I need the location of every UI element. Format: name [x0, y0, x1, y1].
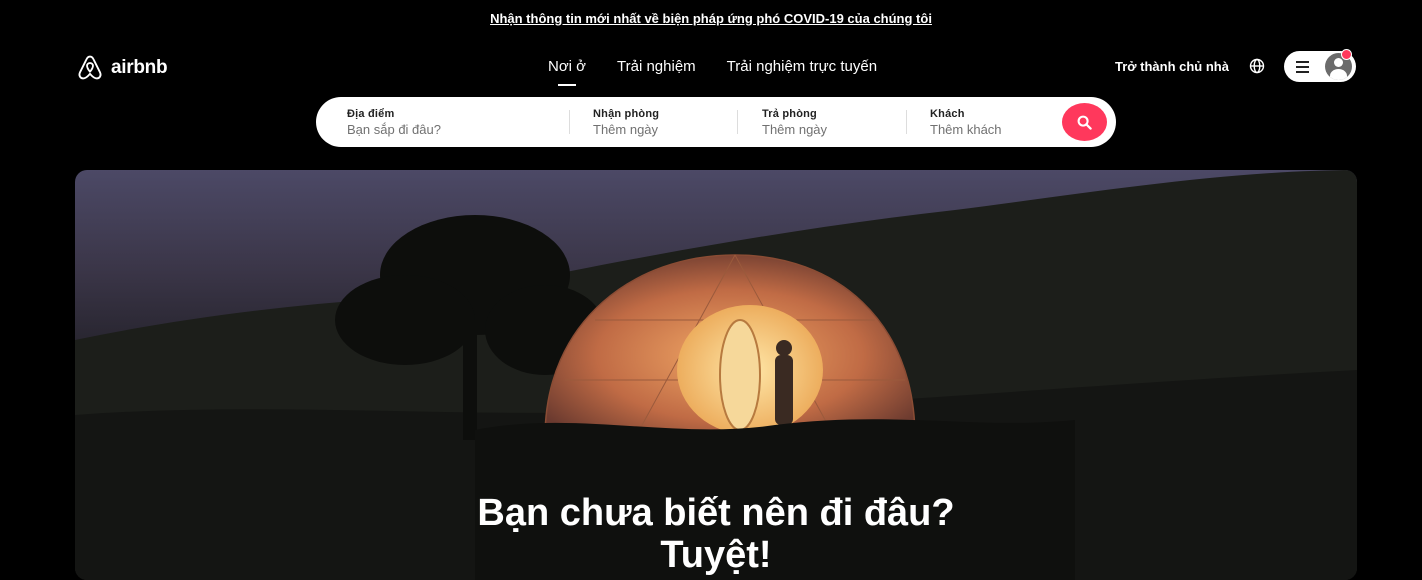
divider	[569, 110, 570, 134]
airbnb-logo[interactable]: airbnb	[75, 54, 168, 81]
checkout-label: Trả phòng	[762, 108, 817, 120]
checkin-label: Nhận phòng	[593, 108, 660, 120]
location-placeholder: Bạn sắp đi đâu?	[347, 122, 441, 137]
location-field[interactable]: Địa điểm Bạn sắp đi đâu?	[347, 108, 441, 137]
search-bar: Địa điểm Bạn sắp đi đâu? Nhận phòng Thêm…	[316, 97, 1116, 147]
divider	[906, 110, 907, 134]
guests-field[interactable]: Khách Thêm khách	[930, 108, 1002, 137]
search-icon	[1077, 115, 1092, 130]
location-label: Địa điểm	[347, 108, 395, 120]
hamburger-menu-icon	[1296, 60, 1309, 73]
search-button[interactable]	[1062, 103, 1107, 141]
checkin-field[interactable]: Nhận phòng Thêm ngày	[593, 108, 659, 137]
checkin-placeholder: Thêm ngày	[593, 122, 659, 137]
main-nav: Nơi ở Trải nghiệm Trải nghiệm trực tuyến	[548, 58, 877, 75]
nav-online-experiences[interactable]: Trải nghiệm trực tuyến	[727, 58, 877, 75]
checkout-placeholder: Thêm ngày	[762, 122, 828, 137]
hero-banner: Bạn chưa biết nên đi đâu? Tuyệt!	[75, 170, 1357, 580]
guests-placeholder: Thêm khách	[930, 122, 1002, 137]
nav-experiences[interactable]: Trải nghiệm	[617, 58, 696, 75]
hero-title-line2: Tuyệt!	[660, 534, 772, 576]
notification-badge	[1341, 49, 1352, 60]
guests-label: Khách	[930, 108, 965, 120]
become-host-link[interactable]: Trở thành chủ nhà	[1115, 59, 1229, 74]
logo-text: airbnb	[111, 56, 168, 78]
covid-info-link[interactable]: Nhận thông tin mới nhất về biện pháp ứng…	[0, 0, 1422, 36]
airbnb-logo-icon	[78, 55, 102, 80]
nav-stays[interactable]: Nơi ở	[548, 58, 586, 75]
header: airbnb Nơi ở Trải nghiệm Trải nghiệm trự…	[0, 36, 1422, 96]
divider	[737, 110, 738, 134]
globe-icon[interactable]	[1249, 58, 1265, 79]
hero-title-line1: Bạn chưa biết nên đi đâu?	[477, 492, 955, 534]
checkout-field[interactable]: Trả phòng Thêm ngày	[762, 108, 827, 137]
